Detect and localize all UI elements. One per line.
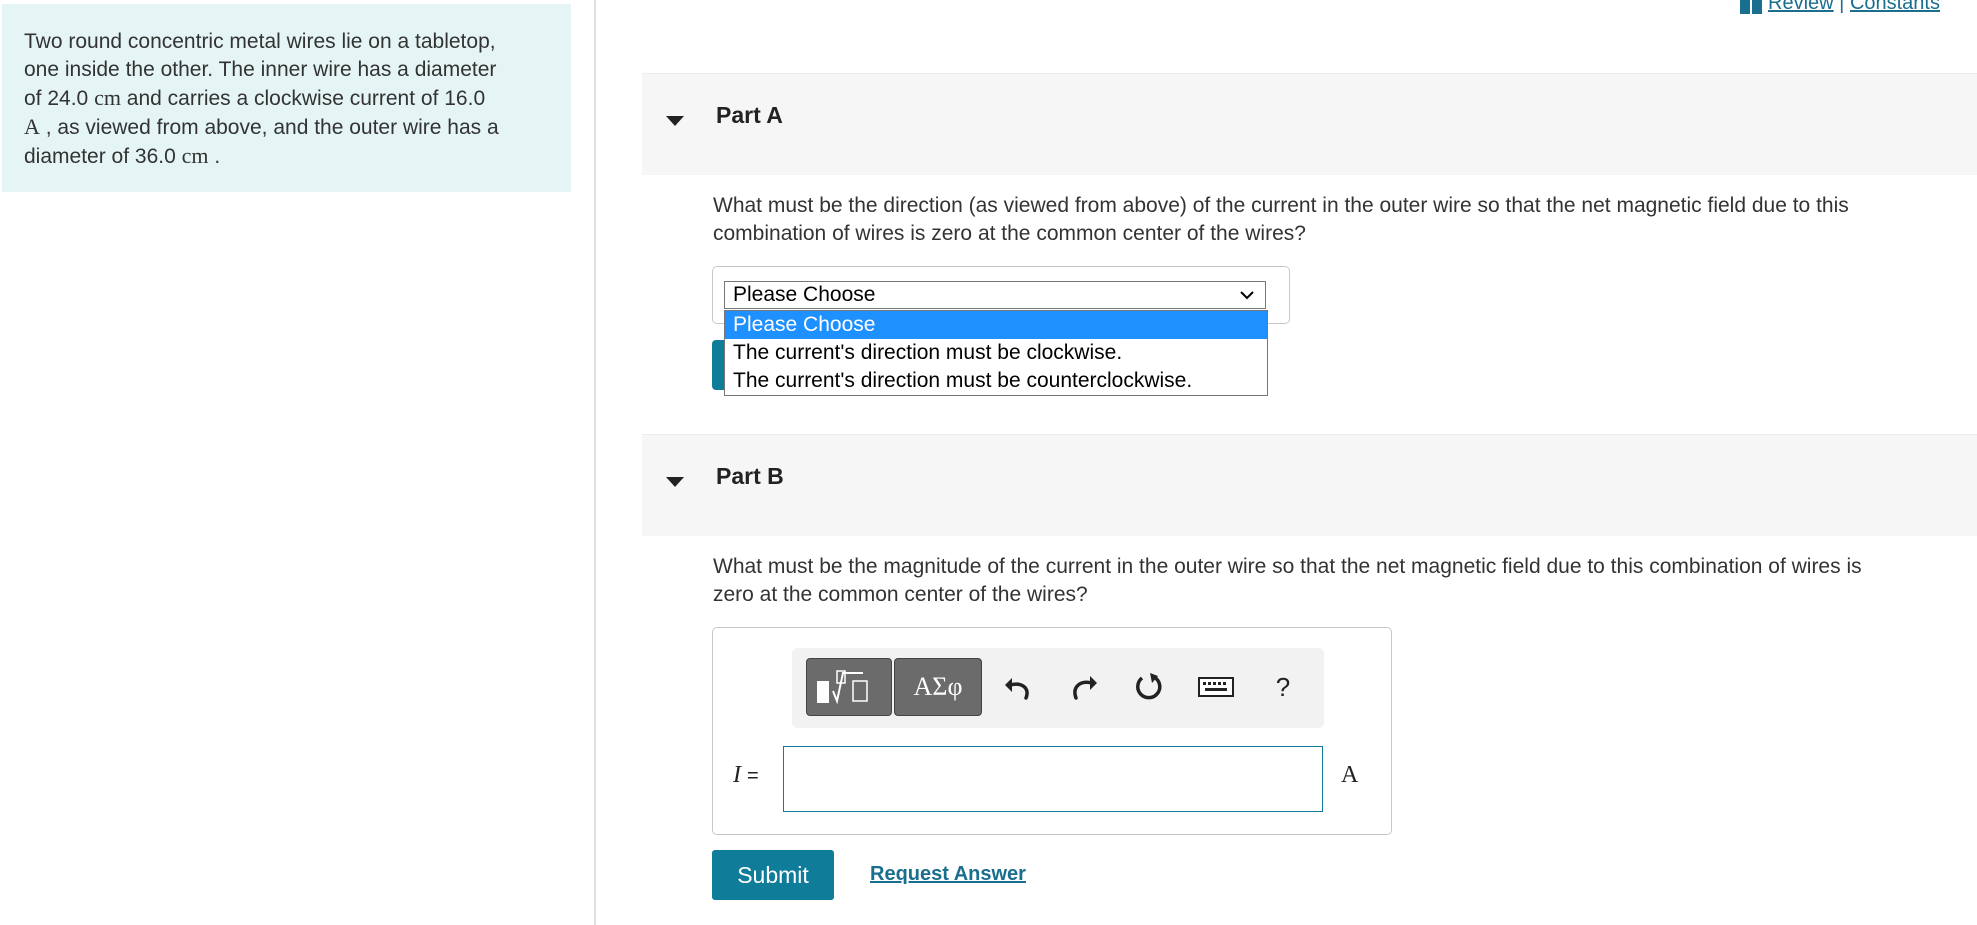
dropdown-option[interactable]: Please Choose [725,311,1267,339]
request-answer-link[interactable]: Request Answer [870,863,1026,886]
part-a-title: Part A [716,102,783,128]
dropdown-option[interactable]: The current's direction must be counterc… [725,367,1267,395]
caret-down-icon [666,477,684,487]
problem-line: one inside the other. The inner wire has… [24,58,497,81]
templates-icon [815,667,885,712]
undo-icon[interactable] [1002,670,1036,704]
chevron-down-icon [1239,284,1255,313]
direction-dropdown-list: Please Choose The current's direction mu… [724,310,1268,396]
constants-link[interactable]: Constants [1850,0,1940,14]
part-a-question: What must be the direction (as viewed fr… [713,194,1849,245]
templates-button[interactable] [806,658,892,716]
outer-diameter-unit: cm [181,143,209,168]
help-icon[interactable]: ? [1266,670,1300,704]
unit-label: A [1341,762,1359,788]
redo-icon[interactable] [1066,670,1100,704]
problem-statement: Two round concentric metal wires lie on … [2,4,571,192]
keyboard-icon[interactable] [1198,670,1234,704]
answer-input[interactable] [783,746,1323,812]
review-link[interactable]: Review [1768,0,1834,14]
part-b-question: What must be the magnitude of the curren… [713,555,1862,606]
dropdown-option[interactable]: The current's direction must be clockwis… [725,339,1267,367]
greek-icon[interactable]: ΑΣφ [894,658,982,716]
panel-divider [594,0,596,925]
math-toolbar: ΑΣφ ? [792,648,1324,728]
problem-line: Two round concentric metal wires lie on … [24,30,496,53]
book-icon [1740,0,1763,14]
part-b-title: Part B [716,463,784,489]
reset-icon[interactable] [1132,670,1166,704]
part-a-header[interactable]: Part A [642,73,1977,175]
direction-select[interactable]: Please Choose [724,281,1266,309]
problem-line: A , as viewed from above, and the outer … [24,114,499,139]
problem-line: diameter of 36.0 cm . [24,143,221,168]
problem-line: of 24.0 cm and carries a clockwise curre… [24,85,486,110]
submit-button[interactable]: Submit [712,850,834,900]
current-unit: A [24,114,40,139]
answer-area: ΑΣφ ? I = A [712,627,1392,835]
inner-diameter-unit: cm [94,85,121,110]
part-b-header[interactable]: Part B [642,434,1977,536]
variable-label: I = [733,762,759,788]
top-links: Review | Constants [1740,0,1940,15]
link-separator: | [1839,0,1845,14]
caret-down-icon [666,116,684,126]
